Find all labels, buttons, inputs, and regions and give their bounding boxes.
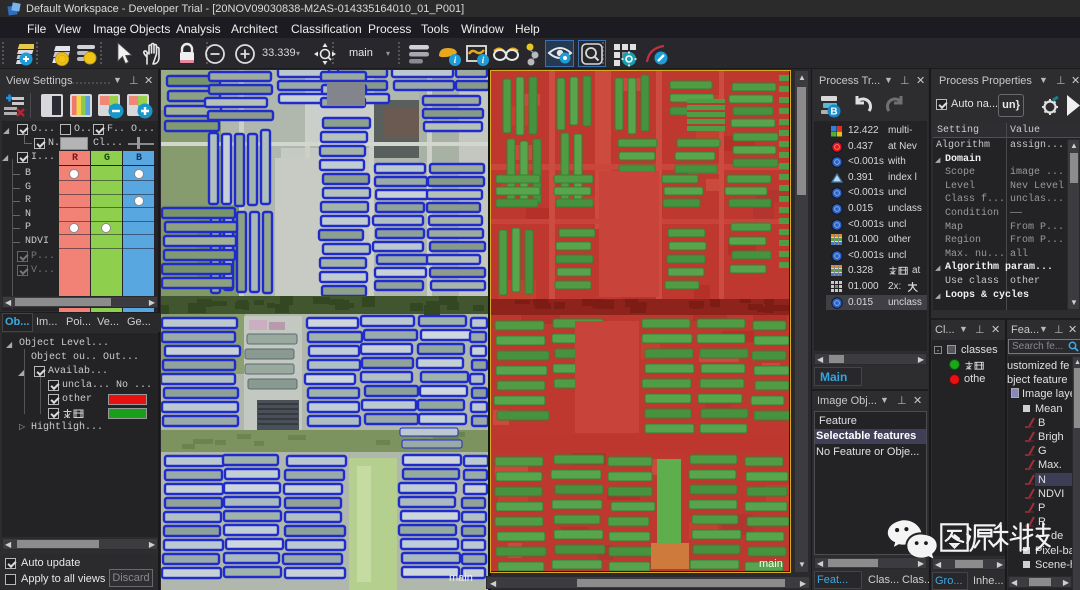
svg-text:B: B [830,107,837,118]
